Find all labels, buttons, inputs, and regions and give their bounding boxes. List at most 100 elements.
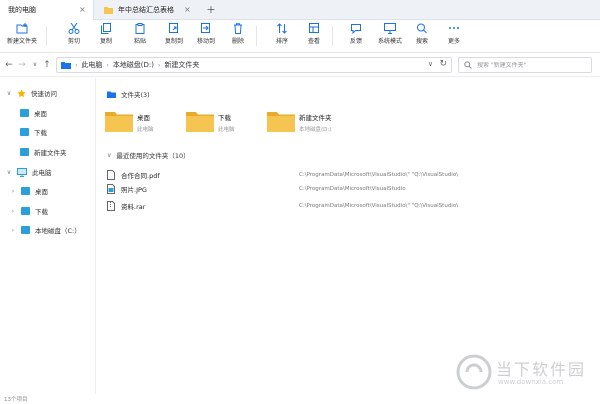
folder-icon	[186, 112, 214, 132]
image-file-icon	[107, 184, 115, 194]
content-pane: 文件夹(3) 桌面 此电脑 下载 此电脑 新建文件夹 本地磁盘(D:) ∨ 最近…	[97, 78, 600, 394]
divider	[46, 26, 47, 46]
toolbar-label: 更多	[447, 38, 460, 45]
toolbar-label: 新建文件夹	[6, 38, 37, 45]
folder-icon	[267, 112, 295, 132]
view-icon	[309, 23, 319, 33]
sidebar-item-label: 桌面	[35, 188, 48, 196]
forward-button[interactable]: →	[16, 58, 28, 72]
search-icon	[417, 23, 427, 34]
view-button[interactable]: 查看	[294, 22, 334, 50]
navigation-pane: ∨ 快速访问 桌面 下载 新建文件夹 ∨ 此电脑 › 桌面 › 下载 › 本地磁…	[0, 78, 96, 394]
folder-item-downloads[interactable]: 下载 此电脑	[178, 110, 258, 138]
tab-label: 年中总结汇总表格	[118, 6, 174, 14]
refresh-icon[interactable]: ↻	[439, 59, 447, 69]
breadcrumb-this-pc[interactable]: 此电脑	[81, 60, 102, 70]
folder-name: 新建文件夹	[299, 114, 332, 122]
chevron-right-icon[interactable]: ›	[10, 227, 16, 234]
sidebar-item-pc-downloads[interactable]: › 下载	[10, 204, 48, 218]
file-name: 合作合同.pdf	[121, 172, 160, 180]
chevron-down-icon[interactable]: ∨	[6, 90, 12, 97]
sidebar-item-this-pc[interactable]: ∨ 此电脑	[6, 165, 52, 179]
desktop-folder-icon	[20, 109, 29, 117]
toolbar-label: 查看	[307, 38, 320, 45]
recent-file-row[interactable]: 资料.rar C:\ProgramData\Microsoft\VisualSt…	[107, 199, 502, 213]
system-mode-icon	[384, 23, 396, 34]
chevron-right-icon: ›	[158, 61, 161, 69]
downloads-folder-icon	[21, 207, 30, 215]
close-icon[interactable]: ×	[79, 6, 87, 14]
chevron-down-icon[interactable]: ∨	[107, 152, 111, 159]
search-box[interactable]	[458, 57, 592, 73]
cut-icon	[68, 23, 80, 34]
sidebar-item-desktop[interactable]: 桌面	[20, 106, 47, 120]
up-button[interactable]: ↑	[41, 58, 53, 72]
chevron-down-icon[interactable]: ∨	[428, 60, 433, 68]
watermark-title: 当下软件园	[496, 360, 587, 379]
move-to-icon	[201, 23, 210, 33]
folder-item-desktop[interactable]: 桌面 此电脑	[97, 110, 177, 138]
file-name: 资料.rar	[121, 203, 146, 211]
search-icon	[464, 61, 472, 69]
breadcrumb-new-folder[interactable]: 新建文件夹	[164, 60, 199, 70]
folder-item-new-folder[interactable]: 新建文件夹 本地磁盘(D:)	[259, 110, 359, 138]
tab-my-computer[interactable]: 我的电脑 ×	[0, 0, 94, 20]
toolbar: 新建文件夹 剪切 复制 粘贴 复制到 移动到 删除 排序 查看 反馈 系统模式	[0, 20, 600, 53]
new-folder-button[interactable]: 新建文件夹	[2, 22, 42, 50]
chevron-right-icon[interactable]: ›	[10, 188, 16, 195]
folder-icon	[105, 112, 133, 132]
pdf-file-icon	[107, 170, 115, 180]
divider	[332, 26, 333, 46]
delete-icon	[234, 23, 242, 34]
folder-icon	[20, 148, 29, 156]
sidebar-item-label: 快速访问	[31, 90, 57, 98]
back-button[interactable]: ←	[3, 58, 15, 72]
tab-excel-summary[interactable]: 年中总结汇总表格 ×	[96, 0, 198, 20]
folder-icon	[104, 7, 113, 14]
delete-button[interactable]: 删除	[218, 22, 258, 50]
downloads-folder-icon	[20, 128, 29, 136]
tab-strip: 我的电脑 × 年中总结汇总表格 × +	[0, 0, 600, 20]
copy-icon	[101, 23, 111, 34]
file-path: C:\ProgramData\Microsoft\VisualStudio\" …	[299, 172, 459, 178]
section-title: 文件夹(3)	[121, 91, 150, 99]
computer-icon	[17, 167, 27, 177]
sidebar-item-downloads[interactable]: 下载	[20, 125, 47, 139]
sidebar-item-new-folder[interactable]: 新建文件夹	[20, 145, 67, 159]
archive-file-icon	[107, 201, 115, 211]
file-path: C:\ProgramData\Microsoft\VisualStudio	[299, 186, 406, 192]
recent-locations-button[interactable]: ∨	[29, 58, 41, 72]
folder-name: 下载	[218, 114, 231, 122]
search-input[interactable]	[476, 61, 586, 69]
folder-icon	[107, 91, 116, 98]
star-icon	[17, 88, 26, 97]
chevron-right-icon[interactable]: ›	[10, 208, 16, 215]
more-icon	[449, 27, 459, 29]
file-path: C:\ProgramData\Microsoft\VisualStudio\" …	[299, 203, 459, 209]
folder-location: 此电脑	[137, 127, 154, 133]
close-icon[interactable]: ×	[184, 6, 192, 14]
recent-section-header[interactable]: ∨ 最近使用的文件夹（10）	[107, 150, 190, 161]
watermark-logo-icon	[456, 354, 492, 390]
folders-section-header[interactable]: 文件夹(3)	[107, 89, 150, 99]
paste-icon	[135, 23, 145, 34]
address-bar[interactable]: › 此电脑 › 本地磁盘(D:) › 新建文件夹 ∨ ↻	[56, 57, 452, 73]
recent-file-row[interactable]: 合作合同.pdf C:\ProgramData\Microsoft\Visual…	[107, 168, 502, 182]
chevron-right-icon: ›	[106, 61, 109, 69]
new-tab-button[interactable]: +	[204, 3, 218, 17]
sidebar-item-label: 新建文件夹	[34, 149, 67, 157]
section-title: 最近使用的文件夹（10）	[116, 152, 190, 160]
sidebar-item-pc-desktop[interactable]: › 桌面	[10, 184, 48, 198]
divider	[256, 26, 257, 46]
chevron-down-icon[interactable]: ∨	[6, 169, 12, 176]
sidebar-item-label: 下载	[34, 129, 47, 137]
chevron-right-icon: ›	[75, 61, 78, 69]
sidebar-item-quick-access[interactable]: ∨ 快速访问	[6, 86, 57, 100]
breadcrumb-drive-d[interactable]: 本地磁盘(D:)	[113, 60, 154, 70]
more-button[interactable]: 更多	[434, 22, 474, 50]
recent-file-row[interactable]: 照片.JPG C:\ProgramData\Microsoft\VisualSt…	[107, 182, 502, 196]
feedback-icon	[351, 24, 361, 34]
toolbar-label: 删除	[231, 38, 244, 45]
file-name: 照片.JPG	[121, 186, 147, 194]
sidebar-item-drive-c[interactable]: › 本地磁盘（C:）	[10, 223, 81, 237]
